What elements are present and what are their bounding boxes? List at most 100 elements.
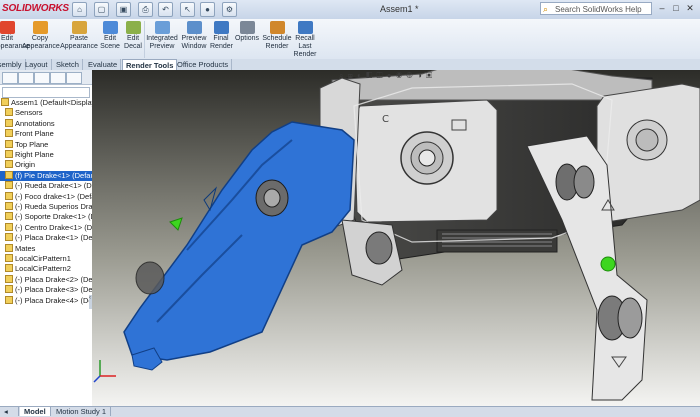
tree-item-label: Right Plane	[15, 150, 54, 159]
paste-appearance-label: Paste Appearance	[60, 35, 98, 50]
feature-tree-tab-icon[interactable]	[2, 72, 18, 84]
final-render-icon	[213, 21, 229, 34]
front-plate: C	[353, 99, 498, 223]
tree-item[interactable]: Annotations	[0, 118, 92, 129]
schedule-render-label: Schedule Render	[262, 35, 292, 50]
tree-item[interactable]: (-) Placa Drake<1> (Default<	[0, 233, 93, 243]
tab-layout[interactable]: Layout	[22, 59, 52, 70]
tree-item[interactable]: (-) Rueda Superios Drake<1>	[0, 202, 92, 212]
tree-item[interactable]: Assem1 (Default<Display State	[0, 98, 92, 108]
maximize-button[interactable]: □	[670, 3, 682, 14]
tree-item[interactable]: (-) Placa Drake<3> (Def	[0, 285, 93, 295]
edit-scene-button[interactable]: Edit Scene	[99, 21, 121, 58]
paste-appearance-icon	[71, 21, 87, 34]
tree-item-icon	[5, 264, 13, 273]
tree-item-icon	[5, 170, 13, 179]
tree-item-icon	[5, 254, 13, 262]
tree-item[interactable]: Origin	[0, 160, 92, 170]
edit-appearance-button[interactable]: Edit Appearance	[0, 21, 30, 58]
edit-decal-button[interactable]: Edit Decal	[123, 21, 143, 58]
tree-item[interactable]: Right Plane	[0, 150, 92, 160]
view-orientation-icon[interactable]: ◫	[376, 71, 383, 80]
zoom-to-fit-icon[interactable]: ⌕	[339, 71, 344, 80]
preview-window-icon	[186, 21, 202, 34]
display-style-icon[interactable]: ●	[387, 71, 393, 80]
tree-item[interactable]: LocalCirPattern2	[0, 264, 92, 274]
undo-icon[interactable]: ↶	[158, 2, 173, 17]
close-button[interactable]: ✕	[684, 3, 696, 14]
integrated-preview-button[interactable]: Integrated Preview	[144, 21, 179, 58]
schedule-render-icon	[269, 21, 285, 34]
tab-office-products[interactable]: Office Products	[174, 59, 233, 70]
heads-up-view-toolbar[interactable]: ⌕ ⊞ ◐ ◧ ◫ ● ◉ ◍ ◑ ▣	[339, 71, 433, 82]
home-icon[interactable]: ⌂	[72, 2, 87, 17]
apply-scene-icon[interactable]: ◑	[417, 71, 423, 80]
tree-item[interactable]: Front Plane	[0, 129, 92, 139]
graphics-viewport[interactable]: C ⌕ ⊞ ◐ ◧ ◫ ● ◉ ◍ ◑ ▣	[92, 70, 700, 406]
nav-arrows-icon[interactable]: ◂	[0, 407, 19, 416]
tree-item[interactable]: (-) Placa Drake<4> (Def	[0, 295, 92, 306]
tree-item[interactable]: (-) Placa Drake<2> (Def	[0, 274, 92, 285]
options-icon	[239, 21, 255, 34]
tree-item[interactable]: (-) Soporte Drake<1> (Defaul	[0, 212, 92, 222]
property-manager-tab-icon[interactable]	[18, 72, 34, 84]
tree-item-icon	[5, 243, 13, 252]
tree-item-icon	[5, 118, 13, 127]
edit-appearance-hud-icon[interactable]: ◍	[406, 71, 413, 80]
tab-sketch[interactable]: Sketch	[53, 59, 83, 70]
display-manager-tab-icon[interactable]	[66, 72, 82, 84]
options-gear-icon[interactable]: ⚙	[222, 2, 237, 17]
tab-evaluate[interactable]: Evaluate	[85, 59, 122, 70]
panel-tabs	[0, 70, 92, 85]
right-plate	[596, 83, 700, 223]
tree-item[interactable]: Sensors	[0, 108, 92, 118]
tree-filter-input[interactable]	[2, 87, 90, 98]
new-document-icon[interactable]: ▢	[94, 2, 109, 17]
tree-item[interactable]: (f) Pie Drake<1> (Default<<	[0, 170, 92, 181]
tree-item-label: LocalCirPattern1	[15, 254, 71, 263]
tree-item-label: (-) Foco drake<1> (Default<	[15, 191, 92, 201]
tree-item-icon	[5, 222, 13, 231]
tree-item[interactable]: (-) Foco drake<1> (Default<	[0, 191, 92, 202]
select-icon[interactable]: ↖	[180, 2, 195, 17]
view-settings-icon[interactable]: ▣	[426, 71, 433, 80]
integrated-preview-label: Integrated Preview	[146, 35, 178, 50]
help-search-input[interactable]: ⌕ Search SolidWorks Help	[540, 2, 652, 15]
final-render-button[interactable]: Final Render	[210, 21, 233, 58]
help-search-placeholder: Search SolidWorks Help	[555, 5, 642, 14]
recall-last-render-button[interactable]: Recall Last Render	[293, 21, 317, 58]
tree-item[interactable]: LocalCirPattern1	[0, 254, 92, 264]
final-render-label: Final Render	[210, 35, 233, 50]
tree-item-label: (f) Pie Drake<1> (Default<<	[15, 170, 92, 180]
edit-decal-label: Edit Decal	[124, 35, 142, 50]
scene-icon	[102, 21, 118, 34]
previous-view-icon[interactable]: ◐	[357, 71, 363, 80]
copy-appearance-button[interactable]: Copy Appearance	[22, 21, 60, 58]
tree-item-label: (-) Placa Drake<1> (Default<	[15, 233, 93, 243]
tree-item[interactable]: Mates	[0, 243, 92, 254]
tree-item-label: (-) Placa Drake<3> (Def	[15, 285, 93, 295]
tree-item[interactable]: Top Plane	[0, 139, 92, 150]
ribbon-toolbar: Edit Appearance Copy Appearance Paste Ap…	[0, 19, 700, 60]
tree-item[interactable]: (-) Rueda Drake<1> (Default<	[0, 181, 92, 191]
tree-item-label: Assem1 (Default<Display State	[11, 98, 92, 107]
tree-item-icon	[5, 108, 13, 117]
options-button[interactable]: Options	[234, 21, 260, 58]
tab-motion-study-1[interactable]: Motion Study 1	[52, 407, 112, 416]
save-icon[interactable]: ▣	[116, 2, 131, 17]
paste-appearance-button[interactable]: Paste Appearance	[60, 21, 98, 58]
zoom-area-icon[interactable]: ⊞	[348, 71, 354, 80]
rebuild-icon[interactable]: ●	[200, 2, 215, 17]
configuration-tab-icon[interactable]	[34, 72, 50, 84]
minimize-button[interactable]: –	[656, 3, 668, 14]
dimxpert-tab-icon[interactable]	[50, 72, 66, 84]
print-icon[interactable]: ⎙	[138, 2, 153, 17]
schedule-render-button[interactable]: Schedule Render	[262, 21, 292, 58]
preview-window-button[interactable]: Preview Window	[180, 21, 208, 58]
tree-item-label: Annotations	[15, 118, 55, 128]
section-view-icon[interactable]: ◧	[366, 71, 373, 80]
tab-model[interactable]: Model	[20, 407, 51, 416]
tree-item-icon	[5, 212, 13, 221]
tree-item[interactable]: (-) Centro Drake<1> (Default<	[0, 222, 92, 233]
hide-show-icon[interactable]: ◉	[396, 71, 403, 80]
